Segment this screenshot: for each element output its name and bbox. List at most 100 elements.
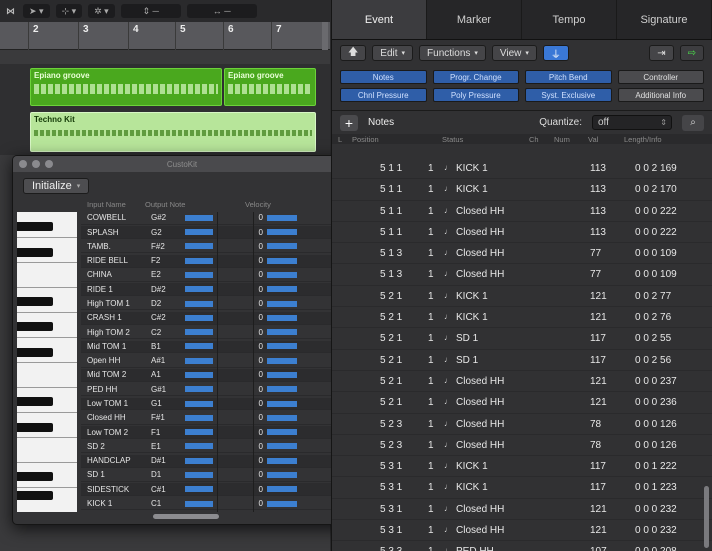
event-row[interactable]: 5 2 3 1 ♩ Closed HH 78 0 0 0 126 [332,435,712,457]
output-note-bar[interactable] [185,314,213,321]
event-row[interactable]: 5 1 1 1 ♩ KICK 1 113 0 0 2 169 [332,158,712,180]
event-type-label[interactable]: Notes [368,117,394,128]
event-row[interactable]: 5 1 1 1 ♩ Closed HH 113 0 0 0 222 [332,201,712,222]
event-row[interactable]: 5 2 3 1 ♩ Closed HH 78 0 0 0 126 [332,414,712,435]
quantize-select[interactable]: off ⇕ [592,115,672,130]
snap-settings-menu[interactable]: ✲ ▾ [88,4,115,18]
output-note[interactable]: A#1 [151,356,185,365]
input-name[interactable]: RIDE 1 [81,285,151,294]
midi-filter-icon[interactable]: ⏚ [542,45,569,61]
velocity-bar[interactable] [267,271,297,278]
mapping-row[interactable]: SIDESTICK C#1 0 [81,483,343,497]
filter-additional-info[interactable]: Additional Info [617,88,704,102]
playhead-marker[interactable] [322,22,328,50]
output-note-bar[interactable] [185,371,213,378]
output-note[interactable]: D2 [151,299,185,308]
output-note[interactable]: C#1 [151,485,185,494]
velocity-bar[interactable] [267,486,297,493]
event-row[interactable]: 5 2 1 1 ♩ Closed HH 121 0 0 0 236 [332,392,712,414]
black-key[interactable] [17,221,53,231]
input-name[interactable]: High TOM 2 [81,328,151,337]
black-key[interactable] [17,471,53,481]
mapping-row[interactable]: Mid TOM 2 A1 0 [81,369,343,382]
velocity-bar[interactable] [267,457,297,464]
event-row[interactable]: 5 2 1 1 ♩ KICK 1 121 0 0 2 76 [332,307,712,329]
output-note[interactable]: E2 [151,270,185,279]
drum-mapping-window[interactable]: CustoKit Initialize ▾ Input Name Output … [12,155,352,525]
event-row[interactable]: 5 1 1 1 ♩ KICK 1 113 0 0 2 170 [332,179,712,201]
tab-event[interactable]: Event [332,0,427,39]
input-name[interactable]: SD 2 [81,442,151,451]
output-note-bar[interactable] [185,286,213,293]
output-note-bar[interactable] [185,357,213,364]
black-key[interactable] [17,296,53,306]
catch-icon[interactable]: ⇥ [649,45,674,61]
output-note[interactable]: D1 [151,470,185,479]
edit-menu[interactable]: Edit ▾ [372,45,414,61]
event-row[interactable]: 5 3 1 1 ♩ KICK 1 117 0 0 1 223 [332,477,712,499]
velocity-value[interactable]: 0 [247,270,267,279]
output-note[interactable]: G1 [151,399,185,408]
velocity-value[interactable]: 0 [247,242,267,251]
mapping-row[interactable]: KICK 1 C1 0 [81,498,343,511]
input-name[interactable]: COWBELL [81,213,151,222]
initialize-menu-button[interactable]: Initialize ▾ [23,178,90,194]
search-icon[interactable]: ⌕ [682,114,704,131]
output-note-bar[interactable] [185,243,213,250]
input-name[interactable]: Mid TOM 1 [81,342,151,351]
mapping-row[interactable]: SD 2 E1 0 [81,441,343,454]
input-name[interactable]: Open HH [81,356,151,365]
up-arrow-button[interactable]: 🡅 [340,45,367,61]
output-note-bar[interactable] [185,386,213,393]
region-epiano-groove-2[interactable]: Epiano groove [224,68,316,106]
output-note-bar[interactable] [185,471,213,478]
output-note[interactable]: B1 [151,342,185,351]
input-name[interactable]: CRASH 1 [81,313,151,322]
velocity-bar[interactable] [267,371,297,378]
velocity-bar[interactable] [267,386,297,393]
velocity-bar[interactable] [267,471,297,478]
velocity-bar[interactable] [267,329,297,336]
output-note-bar[interactable] [185,329,213,336]
mapping-row[interactable]: CHINA E2 0 [81,269,343,282]
event-row[interactable]: 5 3 1 1 ♩ Closed HH 121 0 0 0 232 [332,499,712,521]
horizontal-scrollbar[interactable] [153,514,219,519]
event-row[interactable]: 5 1 3 1 ♩ Closed HH 77 0 0 0 109 [332,264,712,286]
filter-chnl-pressure[interactable]: Chnl Pressure [340,88,427,102]
output-note-bar[interactable] [185,343,213,350]
output-note[interactable]: C#2 [151,313,185,322]
velocity-value[interactable]: 0 [247,456,267,465]
input-name[interactable]: Closed HH [81,413,151,422]
link-icon[interactable]: ⇨ [679,45,704,61]
event-row[interactable]: 5 2 1 1 ♩ SD 1 117 0 0 2 56 [332,350,712,371]
velocity-value[interactable]: 0 [247,499,267,508]
black-key[interactable] [17,490,53,500]
mapping-row[interactable]: TAMB. F#2 0 [81,241,343,254]
event-row[interactable]: 5 2 1 1 ♩ SD 1 117 0 0 2 55 [332,328,712,350]
velocity-value[interactable]: 0 [247,228,267,237]
velocity-value[interactable]: 0 [247,313,267,322]
velocity-value[interactable]: 0 [247,285,267,294]
bar-ruler[interactable]: 2 3 4 5 6 7 [0,22,330,50]
input-name[interactable]: TAMB. [81,242,151,251]
velocity-bar[interactable] [267,243,297,250]
output-note[interactable]: C2 [151,328,185,337]
output-note[interactable]: F2 [151,256,185,265]
velocity-bar[interactable] [267,214,297,221]
output-note[interactable]: G2 [151,228,185,237]
event-row[interactable]: 5 3 1 1 ♩ KICK 1 117 0 0 1 222 [332,456,712,478]
output-note[interactable]: A1 [151,370,185,379]
filter-notes[interactable]: Notes [340,70,427,84]
output-note-bar[interactable] [185,400,213,407]
output-note-bar[interactable] [185,486,213,493]
mapping-row[interactable]: Mid TOM 1 B1 0 [81,340,343,354]
mapping-row[interactable]: High TOM 2 C2 0 [81,326,343,339]
event-row[interactable]: 5 1 3 1 ♩ Closed HH 77 0 0 0 109 [332,243,712,265]
input-name[interactable]: Mid TOM 2 [81,370,151,379]
velocity-value[interactable]: 0 [247,213,267,222]
velocity-value[interactable]: 0 [247,470,267,479]
mapping-row[interactable]: HANDCLAP D#1 0 [81,454,343,468]
velocity-value[interactable]: 0 [247,442,267,451]
mapping-row[interactable]: CRASH 1 C#2 0 [81,312,343,325]
velocity-bar[interactable] [267,429,297,436]
